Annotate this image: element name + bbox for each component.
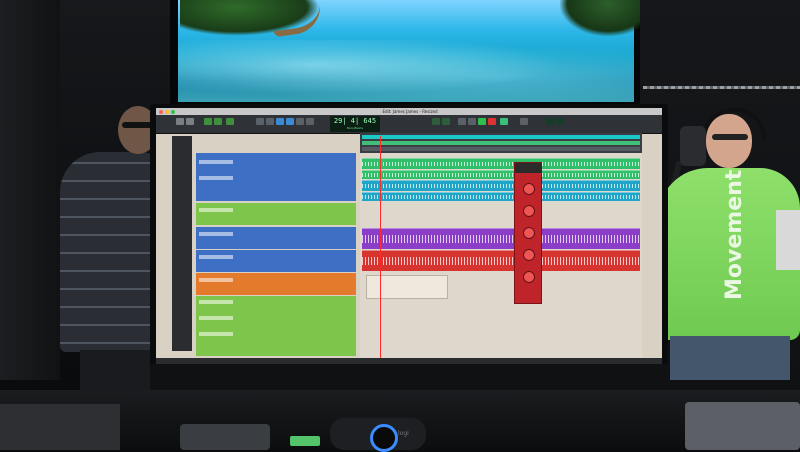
audio-clip[interactable] xyxy=(362,170,640,179)
audio-clip[interactable] xyxy=(362,158,640,169)
arrangement-ruler[interactable] xyxy=(362,141,640,145)
mode-button[interactable] xyxy=(176,118,184,125)
webcam-lens-icon xyxy=(370,424,398,452)
tempo-display[interactable] xyxy=(546,118,554,125)
edit-mode-button[interactable] xyxy=(214,118,222,125)
mode-button[interactable] xyxy=(186,118,194,125)
close-window-button[interactable] xyxy=(159,110,163,114)
plugin-knob[interactable] xyxy=(523,205,535,217)
side-screen xyxy=(776,210,800,270)
tracks-list-panel[interactable] xyxy=(172,136,192,351)
audio-clip[interactable] xyxy=(362,180,640,191)
tool-button[interactable] xyxy=(256,118,264,125)
track-name-field[interactable] xyxy=(199,278,233,282)
edit-mode-button[interactable] xyxy=(226,118,234,125)
tool-button[interactable] xyxy=(266,118,274,125)
track-name-field[interactable] xyxy=(199,208,233,212)
tablet-device xyxy=(685,402,800,450)
midi-clip[interactable] xyxy=(366,275,448,299)
water-highlights xyxy=(178,40,634,102)
track-name-field[interactable] xyxy=(199,255,233,259)
track-header-group-green[interactable] xyxy=(196,203,356,225)
track-name-field[interactable] xyxy=(199,232,233,236)
play-button[interactable] xyxy=(478,118,486,125)
tool-button[interactable] xyxy=(306,118,314,125)
track-header-group-blue[interactable] xyxy=(196,250,356,272)
minimize-window-button[interactable] xyxy=(165,110,169,114)
track-header-group-blue[interactable] xyxy=(196,227,356,249)
edit-mode-button[interactable] xyxy=(204,118,212,125)
track-name-field[interactable] xyxy=(199,300,233,304)
rope-barrier xyxy=(643,86,800,89)
audio-interface xyxy=(180,424,270,450)
track-name-field[interactable] xyxy=(199,316,233,320)
plugin-knob[interactable] xyxy=(523,183,535,195)
counter-mode-label: Bars|Beats xyxy=(346,126,364,130)
track-name-field[interactable] xyxy=(199,332,233,336)
left-wall xyxy=(0,0,60,380)
track-name-field[interactable] xyxy=(199,160,233,164)
pants xyxy=(80,350,160,390)
tool-button[interactable] xyxy=(296,118,304,125)
nudge-value[interactable] xyxy=(442,118,450,125)
webcam-brand-label: logi xyxy=(398,430,409,437)
rewind-button[interactable] xyxy=(458,118,466,125)
loop-button[interactable] xyxy=(500,118,508,125)
grid-value[interactable] xyxy=(432,118,440,125)
audio-clip-red[interactable] xyxy=(362,250,640,271)
status-light-green xyxy=(290,436,320,446)
tempo-button[interactable] xyxy=(520,118,528,125)
desk-equipment-left xyxy=(0,404,120,450)
zoom-window-button[interactable] xyxy=(171,110,175,114)
track-name-field[interactable] xyxy=(199,176,233,180)
palm-foliage-right xyxy=(560,0,640,36)
record-button[interactable] xyxy=(488,118,496,125)
bars-beats-ruler[interactable] xyxy=(362,147,640,151)
plugin-window-red[interactable] xyxy=(514,162,542,304)
audio-clip-purple[interactable] xyxy=(362,228,640,249)
track-header-group-orange[interactable] xyxy=(196,273,356,295)
shirt-logo-text: Movement xyxy=(722,169,747,300)
playhead-cursor xyxy=(380,136,381,358)
track-header-group-green[interactable] xyxy=(196,296,356,356)
plugin-knob[interactable] xyxy=(523,271,535,283)
plugin-knob[interactable] xyxy=(523,249,535,261)
marker-ruler[interactable] xyxy=(362,135,640,139)
jeans xyxy=(670,336,790,380)
studio-microphone xyxy=(680,126,706,166)
plugin-header[interactable] xyxy=(515,163,541,173)
smart-tool-button[interactable] xyxy=(286,118,294,125)
window-title: Edit: James James - Resized xyxy=(382,109,438,114)
glasses xyxy=(712,134,748,140)
grabber-tool-button[interactable] xyxy=(276,118,284,125)
meter-display[interactable] xyxy=(556,118,564,125)
forward-button[interactable] xyxy=(468,118,476,125)
plugin-knob[interactable] xyxy=(523,227,535,239)
audio-clip[interactable] xyxy=(362,192,640,201)
